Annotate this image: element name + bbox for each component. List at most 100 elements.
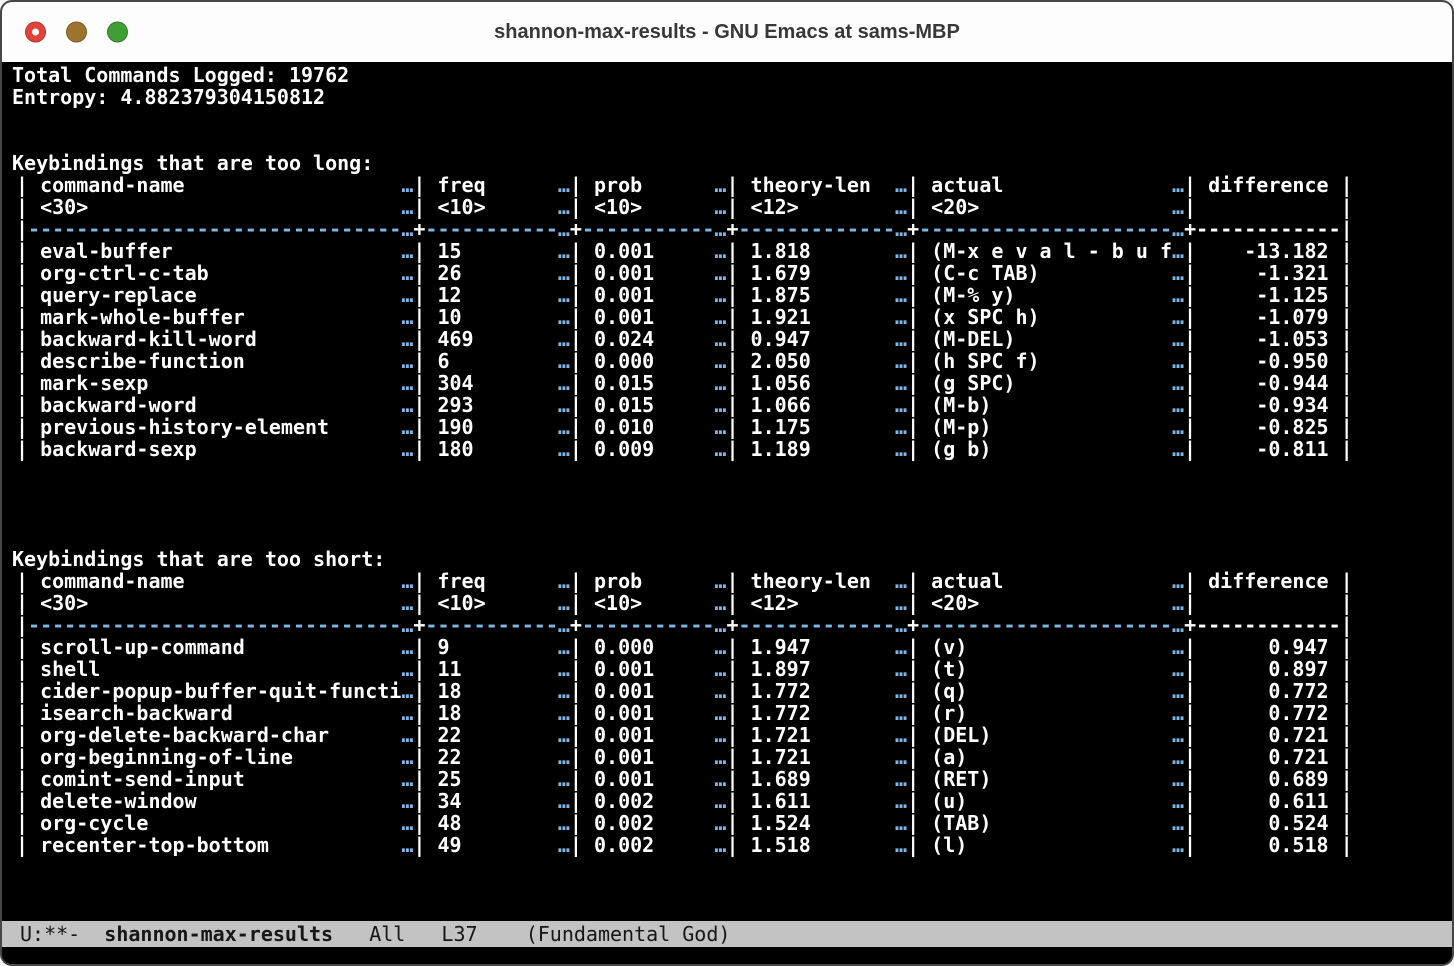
summary-total-commands: Total Commands Logged: 19762 (12, 64, 1446, 86)
truncation-ellipsis: … (714, 261, 726, 285)
table-cell: | 0.010 (570, 415, 715, 439)
table-cell: | 1.175 (726, 415, 895, 439)
separator-dashes: ------------- (739, 217, 896, 241)
modeline-line-number[interactable]: L37 (441, 921, 477, 947)
blank-line (12, 460, 1446, 482)
truncation-ellipsis: … (558, 723, 570, 747)
table-cell: | previous-history-element (16, 415, 401, 439)
table-cell: | 1.689 (726, 767, 895, 791)
truncation-ellipsis: … (895, 349, 907, 373)
table-cell: | 0.001 (570, 679, 715, 703)
table-cell: | 26 (413, 261, 558, 285)
table-cell: | 1.721 (726, 723, 895, 747)
close-button[interactable] (25, 22, 46, 43)
table-row: | cider-popup-buffer-quit-functi…| 18 …|… (12, 680, 1446, 702)
truncation-ellipsis: … (558, 195, 570, 219)
table-cell: | 0.001 (570, 767, 715, 791)
blank-line (12, 526, 1446, 548)
table-cell: | 0.772 | (1184, 701, 1353, 725)
table-cell: | -1.053 | (1184, 327, 1353, 351)
table-row: | mark-sexp …| 304 …| 0.015 …| 1.056 …| … (12, 372, 1446, 394)
table-cell: | command-name (16, 173, 401, 197)
table-cell: | difference | (1184, 569, 1353, 593)
modeline[interactable]: U:**- shannon-max-results All L37 (Fundament… (2, 921, 1452, 947)
buffer-area[interactable]: Total Commands Logged: 19762Entropy: 4.8… (2, 62, 1452, 921)
table-cell: | (g b) (907, 437, 1172, 461)
separator-dashes: --------------------- (919, 613, 1172, 637)
table-cell: | command-name (16, 569, 401, 593)
truncation-ellipsis: … (895, 723, 907, 747)
table-cell: | 9 (413, 635, 558, 659)
truncation-ellipsis: … (714, 789, 726, 813)
table-cell: | (l) (907, 833, 1172, 857)
table-cell: | 0.689 | (1184, 767, 1353, 791)
truncation-ellipsis: … (1172, 239, 1184, 263)
table-cell: | backward-sexp (16, 437, 401, 461)
table-cell: | 1.611 (726, 789, 895, 813)
zoom-button[interactable] (107, 22, 128, 43)
table-cell: | (M-p) (907, 415, 1172, 439)
table-cell: | backward-kill-word (16, 327, 401, 351)
table-cell: | -0.944 | (1184, 371, 1353, 395)
blank-line (12, 504, 1446, 526)
truncation-ellipsis: … (714, 239, 726, 263)
truncation-ellipsis: … (714, 393, 726, 417)
echo-area[interactable] (2, 947, 1452, 964)
modeline-status[interactable]: U:**- (20, 921, 80, 947)
table-row: | isearch-backward …| 18 …| 0.001 …| 1.7… (12, 702, 1446, 724)
table-cell: | 1.524 (726, 811, 895, 835)
table-row: | previous-history-element …| 190 …| 0.0… (12, 416, 1446, 438)
truncation-ellipsis: … (558, 415, 570, 439)
minimize-button[interactable] (66, 22, 87, 43)
truncation-ellipsis: … (558, 173, 570, 197)
truncation-ellipsis: … (714, 371, 726, 395)
truncation-ellipsis: … (895, 701, 907, 725)
table-cell: | org-cycle (16, 811, 401, 835)
table-row: | mark-whole-buffer …| 10 …| 0.001 …| 1.… (12, 306, 1446, 328)
truncation-ellipsis: … (895, 833, 907, 857)
truncation-ellipsis: … (401, 679, 413, 703)
separator-dashes: ----------- (582, 217, 714, 241)
table-cell: | actual (907, 569, 1172, 593)
truncation-ellipsis: … (1172, 613, 1184, 637)
table-cell: | 49 (413, 833, 558, 857)
modeline-buffer-name[interactable]: shannon-max-results (104, 921, 333, 947)
truncation-ellipsis: … (895, 195, 907, 219)
titlebar[interactable]: shannon-max-results - GNU Emacs at sams-… (2, 2, 1452, 62)
table-cell: | 2.050 (726, 349, 895, 373)
table-cell: | 0.001 (570, 261, 715, 285)
table-cell: | (M-DEL) (907, 327, 1172, 351)
truncation-ellipsis: … (895, 305, 907, 329)
table-cell: | 0.015 (570, 393, 715, 417)
table-row: | backward-word …| 293 …| 0.015 …| 1.066… (12, 394, 1446, 416)
table-cell: | <12> (726, 591, 895, 615)
table-row: | delete-window …| 34 …| 0.002 …| 1.611 … (12, 790, 1446, 812)
truncation-ellipsis: … (1172, 349, 1184, 373)
truncation-ellipsis: … (558, 591, 570, 615)
table-header-row: | command-name …| freq …| prob …| theory… (12, 570, 1446, 592)
truncation-ellipsis: … (714, 305, 726, 329)
truncation-ellipsis: … (1172, 195, 1184, 219)
truncation-ellipsis: … (714, 613, 726, 637)
separator-dashes: ----------- (425, 217, 557, 241)
modified-indicator-dot (32, 29, 39, 36)
table-width-row: | <30> …| <10> …| <10> …| <12> …| <20> …… (12, 592, 1446, 614)
table-cell: | 1.772 (726, 679, 895, 703)
table-cell: | 0.002 (570, 789, 715, 813)
truncation-ellipsis: … (558, 701, 570, 725)
modeline-major-mode[interactable]: (Fundamental God) (526, 921, 731, 947)
table-cell: | comint-send-input (16, 767, 401, 791)
truncation-ellipsis: … (401, 437, 413, 461)
modeline-position[interactable]: All (369, 921, 405, 947)
table-row: | org-ctrl-c-tab …| 26 …| 0.001 …| 1.679… (12, 262, 1446, 284)
table-cell: | theory-len (726, 569, 895, 593)
table-row: | describe-function …| 6 …| 0.000 …| 2.0… (12, 350, 1446, 372)
truncation-ellipsis: … (714, 635, 726, 659)
table-cell: | 11 (413, 657, 558, 681)
truncation-ellipsis: … (401, 767, 413, 791)
table-separator-row: |-------------------------------…+------… (12, 218, 1446, 240)
table-cell: | 18 (413, 701, 558, 725)
truncation-ellipsis: … (895, 569, 907, 593)
table-cell: | 1.875 (726, 283, 895, 307)
table-cell: | 469 (413, 327, 558, 351)
